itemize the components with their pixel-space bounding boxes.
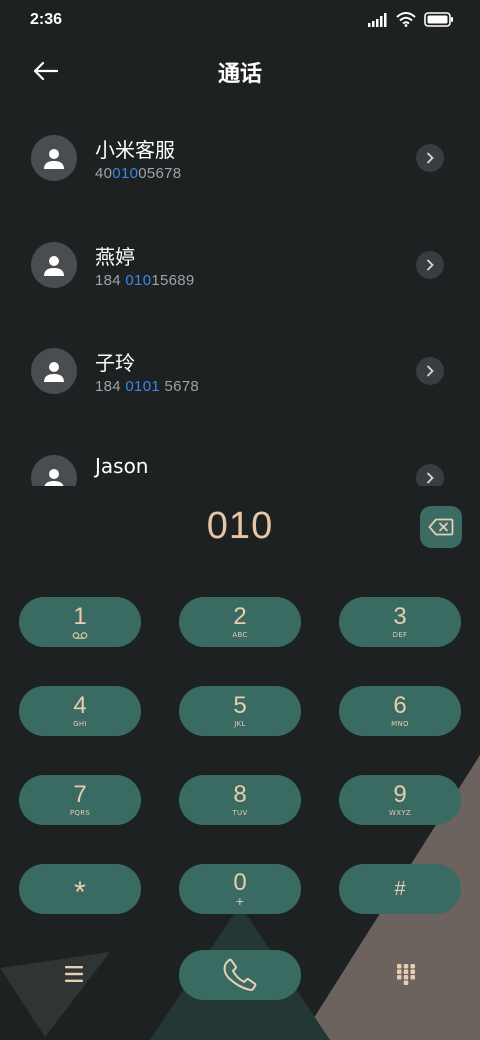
key-letters: DEF [392,631,408,639]
key-digit: * [74,876,86,909]
key-star[interactable]: * [19,864,141,914]
avatar [31,242,77,288]
page-title: 通话 [217,62,262,87]
person-icon [44,469,64,486]
contact-number: 184 01015689 [95,272,195,289]
backspace-button[interactable] [420,506,462,548]
key-digit: 2 [233,603,247,630]
status-icons [368,12,454,27]
key-7[interactable]: 7 PQRS [19,775,141,825]
key-3[interactable]: 3 DEF [339,597,461,647]
contact-detail-button[interactable] [416,357,444,385]
call-button[interactable] [179,950,301,1000]
contact-detail-button[interactable] [416,464,444,486]
header: 通话 [0,48,480,92]
person-icon [44,256,64,276]
avatar [31,455,77,486]
key-digit: 5 [233,692,247,719]
key-letters: ABC [232,631,248,639]
key-9[interactable]: 9 WXYZ [339,775,461,825]
key-letters: GHI [73,720,87,728]
key-letters: JKL [234,720,246,728]
key-digit: 9 [393,781,407,808]
battery-icon [424,12,453,27]
chevron-right-icon [427,152,434,164]
phone-icon [223,958,257,992]
chevron-right-icon [427,472,434,484]
contact-number: 4001005678 [95,165,182,182]
key-digit: 7 [73,781,87,808]
contact-number: 184 0101 5678 [95,378,200,395]
contact-name: 子玲 [95,351,135,375]
chevron-right-icon [427,365,434,377]
menu-icon [65,966,83,982]
dialpad-button[interactable] [390,958,422,990]
dialpad-icon [397,964,415,985]
key-digit: 8 [233,781,247,808]
contact-item[interactable]: Jason [0,424,480,486]
key-0[interactable]: 0 + [179,864,301,914]
key-letters: + [235,895,245,908]
key-digit: 3 [393,603,407,630]
contact-item[interactable]: 小米客服 4001005678 [0,104,480,211]
contact-list[interactable]: 小米客服 4001005678 燕婷 184 01015689 子玲 184 0… [0,104,480,486]
key-1[interactable]: 1 [19,597,141,647]
key-digit: 4 [73,692,87,719]
contact-detail-button[interactable] [416,251,444,279]
key-letters: WXYZ [389,809,411,817]
person-icon [44,362,64,382]
contact-name: 燕婷 [95,245,135,269]
wifi-icon [396,12,416,27]
contact-detail-button[interactable] [416,144,444,172]
person-icon [44,149,64,169]
contact-name: 小米客服 [95,138,175,162]
contact-item[interactable]: 燕婷 184 01015689 [0,211,480,318]
dialed-number: 010 [206,505,274,547]
status-time: 2:36 [30,11,63,28]
key-5[interactable]: 5 JKL [179,686,301,736]
key-letters: MNO [391,720,409,728]
key-letters: PQRS [69,809,91,817]
avatar [31,348,77,394]
contact-name: Jason [95,454,149,478]
signal-icon [368,12,387,27]
key-digit: # [394,878,406,900]
key-hash[interactable]: # [339,864,461,914]
menu-button[interactable] [58,958,90,990]
status-bar: 2:36 [0,0,480,40]
key-6[interactable]: 6 MNO [339,686,461,736]
chevron-right-icon [427,259,434,271]
key-2[interactable]: 2 ABC [179,597,301,647]
key-8[interactable]: 8 TUV [179,775,301,825]
voicemail-icon [72,632,88,639]
key-4[interactable]: 4 GHI [19,686,141,736]
avatar [31,135,77,181]
key-digit: 0 [233,869,247,896]
key-digit: 6 [393,692,407,719]
key-digit: 1 [73,603,87,630]
backspace-icon [428,518,454,536]
key-letters: TUV [232,809,248,817]
contact-item[interactable]: 子玲 184 0101 5678 [0,317,480,424]
